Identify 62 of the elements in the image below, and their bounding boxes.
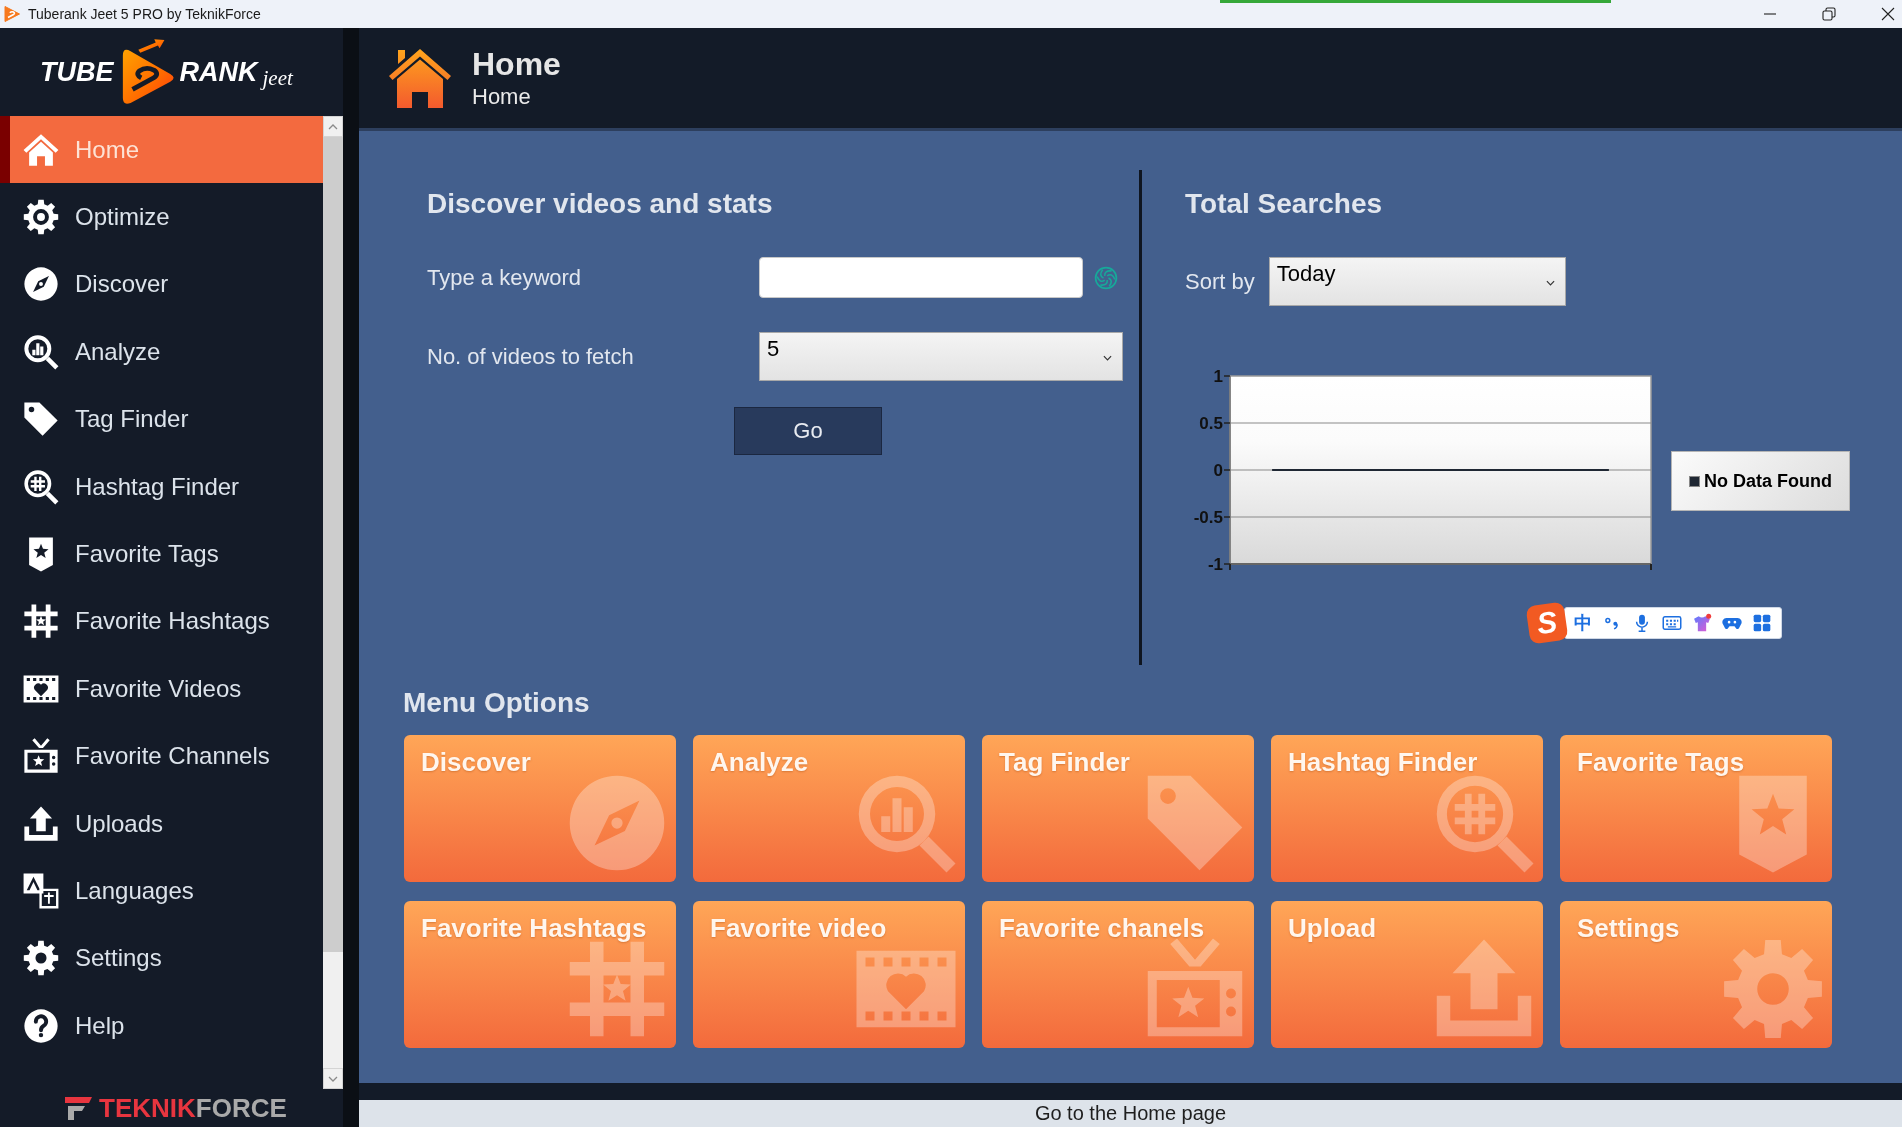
keyword-field[interactable] <box>759 257 1083 298</box>
sort-dropdown[interactable]: Today <box>1268 257 1566 306</box>
nav-item[interactable]: Hashtag Finder <box>0 452 323 521</box>
shirt-icon[interactable] <box>1692 613 1712 633</box>
gear-icon <box>22 939 60 978</box>
nav-item[interactable]: Analyze <box>0 318 323 386</box>
nav-item[interactable]: Discover <box>0 250 323 319</box>
nav-item[interactable]: Uploads <box>0 789 323 858</box>
nav-item[interactable]: Settings <box>0 924 323 993</box>
nav-item[interactable]: Favorite Hashtags <box>0 587 323 656</box>
page-subtitle: Home <box>472 83 531 111</box>
help-icon <box>22 1006 60 1045</box>
field-label: Type a keyword <box>427 264 583 291</box>
upload-icon <box>22 804 60 843</box>
house-icon <box>388 46 452 110</box>
nav-item[interactable]: Help <box>0 992 323 1060</box>
chevron-up-icon <box>328 123 338 130</box>
go-button[interactable]: Go <box>734 407 882 455</box>
logo-text: RANK <box>179 56 258 88</box>
nav-item[interactable]: Optimize <box>0 183 323 251</box>
page-title: Home <box>472 45 561 83</box>
gear-icon <box>22 198 60 237</box>
axis-tick-label: 0.5 <box>1199 413 1223 433</box>
status-text: Go to the Home page <box>1034 1102 1227 1125</box>
brand-logo-text: TEKNIKFORCE <box>99 1092 287 1124</box>
compass-icon <box>22 265 60 304</box>
nav-item[interactable]: Languages <box>0 857 323 925</box>
apps-grid-icon[interactable] <box>1752 613 1772 633</box>
tag-icon <box>22 400 60 439</box>
keyboard-icon[interactable] <box>1662 613 1682 633</box>
section-heading: Menu Options <box>403 686 590 720</box>
nav-item[interactable]: Tag Finder <box>0 385 323 453</box>
section-heading: Discover videos and stats <box>427 187 773 221</box>
axis-tick-label: 1 <box>1213 366 1223 386</box>
magnifier-chart-icon <box>22 332 60 371</box>
axis-tick-label: 0 <box>1213 460 1223 480</box>
window-title: Tuberank Jeet 5 PRO by TeknikForce <box>28 6 261 22</box>
restore-icon[interactable] <box>1822 7 1836 21</box>
logo-tagline: jeet <box>262 65 293 91</box>
hashtag-search-icon <box>22 467 60 506</box>
logo-text: TUBE <box>40 56 114 88</box>
brand-mark-icon <box>65 1095 93 1121</box>
field-label: No. of videos to fetch <box>427 343 635 370</box>
ime-mode-label[interactable]: 中 <box>1574 613 1592 633</box>
star-grid-icon <box>22 602 60 641</box>
nav-item[interactable]: Favorite Videos <box>0 655 323 723</box>
close-icon[interactable] <box>1881 7 1895 21</box>
legend-label: No Data Found <box>1704 470 1832 492</box>
caret-icon <box>1545 280 1555 286</box>
app-logo-icon <box>3 5 21 23</box>
caret-icon <box>1103 355 1112 361</box>
nav-item[interactable]: Favorite Channels <box>0 722 323 790</box>
axis-tick-label: -1 <box>1207 554 1223 574</box>
field-label: Sort by <box>1185 268 1255 295</box>
count-dropdown[interactable]: 5 <box>759 332 1123 381</box>
tv-star-icon <box>22 737 60 776</box>
translate-icon <box>22 872 60 910</box>
chevron-down-icon <box>328 1075 338 1082</box>
axis-tick-label: -0.5 <box>1193 507 1223 527</box>
section-heading: Total Searches <box>1185 187 1383 221</box>
scrollbar-thumb[interactable] <box>323 137 343 952</box>
nav-item[interactable]: Favorite Tags <box>0 520 323 588</box>
